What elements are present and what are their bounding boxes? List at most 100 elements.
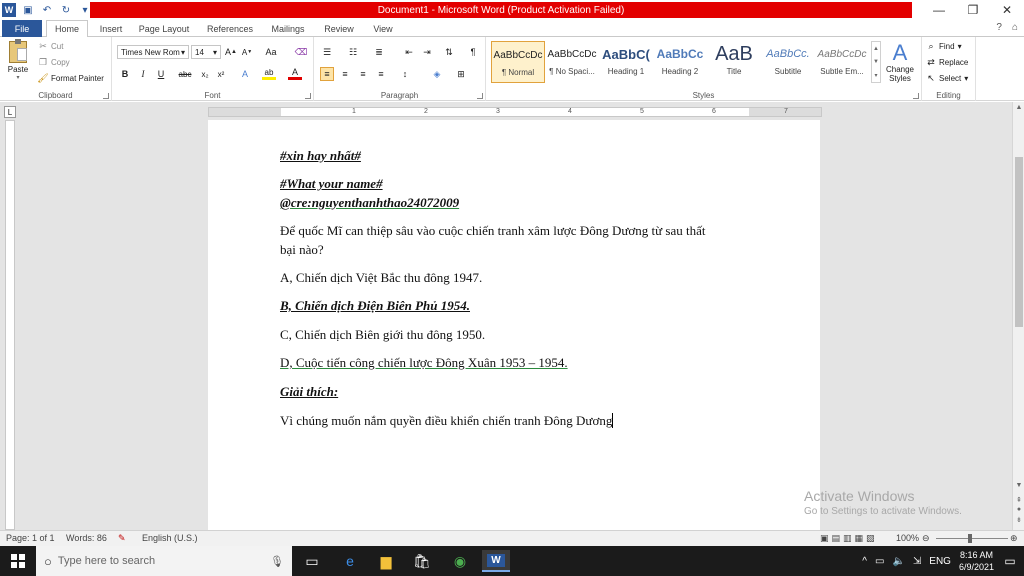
view-buttons[interactable]: ▣▤▥▦▧: [820, 533, 878, 544]
font-launcher-icon[interactable]: [305, 93, 311, 99]
language-indicator[interactable]: English (U.S.): [142, 533, 198, 543]
tab-view[interactable]: View: [370, 20, 396, 37]
zoom-slider-handle[interactable]: [968, 534, 972, 543]
justify-icon[interactable]: ≡: [374, 67, 388, 81]
replace-button[interactable]: ⇄ Replace: [926, 57, 968, 67]
ribbon-options-icon[interactable]: ⌂: [1012, 22, 1018, 33]
document-page[interactable]: #xin hay nhất# #What your name# @cre:ngu…: [208, 120, 820, 532]
numbering-icon[interactable]: ☷: [346, 45, 360, 59]
format-painter-button[interactable]: 🖌 Format Painter: [37, 73, 104, 83]
bold-icon[interactable]: B: [118, 67, 132, 81]
styles-launcher-icon[interactable]: [913, 93, 919, 99]
copy-button[interactable]: ❐ Copy: [38, 57, 70, 67]
tab-home[interactable]: Home: [46, 20, 88, 38]
text-effects-icon[interactable]: A: [238, 67, 252, 81]
language-tray[interactable]: ENG: [929, 556, 951, 567]
superscript-icon[interactable]: x²: [214, 67, 228, 81]
bullets-icon[interactable]: ☰: [320, 45, 334, 59]
scroll-down-icon[interactable]: ▼: [1013, 482, 1024, 489]
restore-button[interactable]: ❐: [956, 0, 990, 20]
gallery-scroll[interactable]: ▲ ▼ ▾: [871, 41, 881, 83]
proofing-icon[interactable]: ✎: [118, 533, 126, 544]
vertical-ruler[interactable]: [5, 120, 15, 530]
italic-icon[interactable]: I: [136, 67, 150, 81]
tab-review[interactable]: Review: [322, 20, 356, 37]
paragraph-launcher-icon[interactable]: [477, 93, 483, 99]
previous-page-icon[interactable]: ⇞: [1013, 496, 1024, 504]
align-center-icon[interactable]: ≡: [338, 67, 352, 81]
chevron-up-icon[interactable]: ▲: [873, 46, 879, 52]
font-name-select[interactable]: Times New Rom ▾: [117, 45, 189, 59]
browse-object-icon[interactable]: ●: [1013, 506, 1024, 513]
save-icon[interactable]: ▣: [21, 3, 35, 17]
sort-icon[interactable]: ⇅: [442, 45, 456, 59]
start-button[interactable]: [0, 546, 36, 576]
redo-icon[interactable]: ↻: [59, 3, 73, 17]
chevron-up-icon[interactable]: ^: [862, 556, 867, 567]
scrollbar-thumb[interactable]: [1015, 157, 1023, 327]
change-styles-button[interactable]: A Change Styles: [882, 41, 918, 84]
show-formatting-icon[interactable]: ¶: [466, 45, 480, 59]
clock[interactable]: 8:16 AM 6/9/2021: [959, 549, 994, 573]
underline-icon[interactable]: U: [154, 67, 168, 81]
subscript-icon[interactable]: x₂: [198, 67, 212, 81]
style-title[interactable]: AaB Title: [707, 41, 761, 83]
scroll-up-icon[interactable]: ▲: [1013, 104, 1024, 111]
volume-icon[interactable]: 🔈: [892, 556, 904, 567]
taskbar-search[interactable]: ○ Type here to search 🎙: [36, 546, 292, 576]
app-icon[interactable]: ◉: [446, 550, 474, 572]
style-heading-2[interactable]: AaBbCc Heading 2: [653, 41, 707, 83]
style-no-spacing[interactable]: AaBbCcDc ¶ No Spaci...: [545, 41, 599, 83]
align-left-icon[interactable]: ≡: [320, 67, 334, 81]
minimize-button[interactable]: —: [922, 0, 956, 20]
borders-icon[interactable]: ⊞: [454, 67, 468, 81]
zoom-level[interactable]: 100%: [896, 533, 919, 543]
microphone-icon[interactable]: 🎙: [270, 555, 284, 568]
vertical-scrollbar[interactable]: ▲ ▼ ⇞ ● ⇟: [1012, 102, 1024, 530]
chevron-down-icon[interactable]: ▼: [873, 59, 879, 65]
clipboard-launcher-icon[interactable]: [103, 93, 109, 99]
paste-button[interactable]: Paste ▾: [6, 39, 30, 81]
multilevel-list-icon[interactable]: ≣: [372, 45, 386, 59]
zoom-in-icon[interactable]: ⊕: [1010, 533, 1018, 544]
strikethrough-icon[interactable]: abc: [178, 67, 192, 81]
tab-insert[interactable]: Insert: [96, 20, 126, 37]
store-icon[interactable]: 🛍: [408, 550, 436, 572]
clear-formatting-icon[interactable]: ⌫: [294, 45, 308, 59]
cut-button[interactable]: ✂ Cut: [38, 41, 63, 51]
tab-mailings[interactable]: Mailings: [268, 20, 308, 37]
help-icon[interactable]: ?: [996, 22, 1002, 33]
input-icon[interactable]: ⇲: [913, 556, 921, 567]
paste-dropdown-icon[interactable]: ▾: [6, 74, 30, 81]
file-explorer-icon[interactable]: ▆: [372, 550, 400, 572]
increase-indent-icon[interactable]: ⇥: [420, 45, 434, 59]
undo-icon[interactable]: ↶: [40, 3, 54, 17]
gallery-more-icon[interactable]: ▾: [874, 72, 877, 79]
shading-icon[interactable]: ◈: [430, 67, 444, 81]
tab-selector-icon[interactable]: L: [4, 106, 16, 118]
style-subtle-emphasis[interactable]: AaBbCcDc Subtle Em...: [815, 41, 869, 83]
network-icon[interactable]: ▭: [875, 556, 884, 567]
tab-file[interactable]: File: [2, 20, 42, 37]
edge-icon[interactable]: e: [336, 550, 364, 572]
find-button[interactable]: ⌕ Find ▾: [926, 41, 961, 51]
zoom-out-icon[interactable]: ⊖: [922, 533, 930, 544]
decrease-indent-icon[interactable]: ⇤: [402, 45, 416, 59]
font-size-select[interactable]: 14 ▾: [191, 45, 221, 59]
horizontal-ruler[interactable]: 1 2 3 4 5 6 7: [208, 107, 822, 117]
style-heading-1[interactable]: AaBbC(Heading 1: [599, 41, 653, 83]
close-button[interactable]: ✕: [990, 0, 1024, 20]
notifications-icon[interactable]: ▭: [1000, 552, 1020, 570]
highlight-icon[interactable]: ab: [262, 67, 276, 80]
grow-font-icon[interactable]: A ▲: [224, 45, 238, 59]
shrink-font-icon[interactable]: A ▼: [240, 45, 254, 59]
select-button[interactable]: ↖ Select ▾: [926, 73, 968, 83]
style-subtitle[interactable]: AaBbCc. Subtitle: [761, 41, 815, 83]
word-app-icon[interactable]: W: [2, 3, 16, 17]
word-count[interactable]: Words: 86: [66, 533, 107, 543]
task-view-icon[interactable]: ▭: [298, 550, 326, 572]
word-taskbar-icon[interactable]: W: [482, 550, 510, 572]
tab-references[interactable]: References: [204, 20, 256, 37]
next-page-icon[interactable]: ⇟: [1013, 516, 1024, 524]
page-count[interactable]: Page: 1 of 1: [6, 533, 55, 543]
